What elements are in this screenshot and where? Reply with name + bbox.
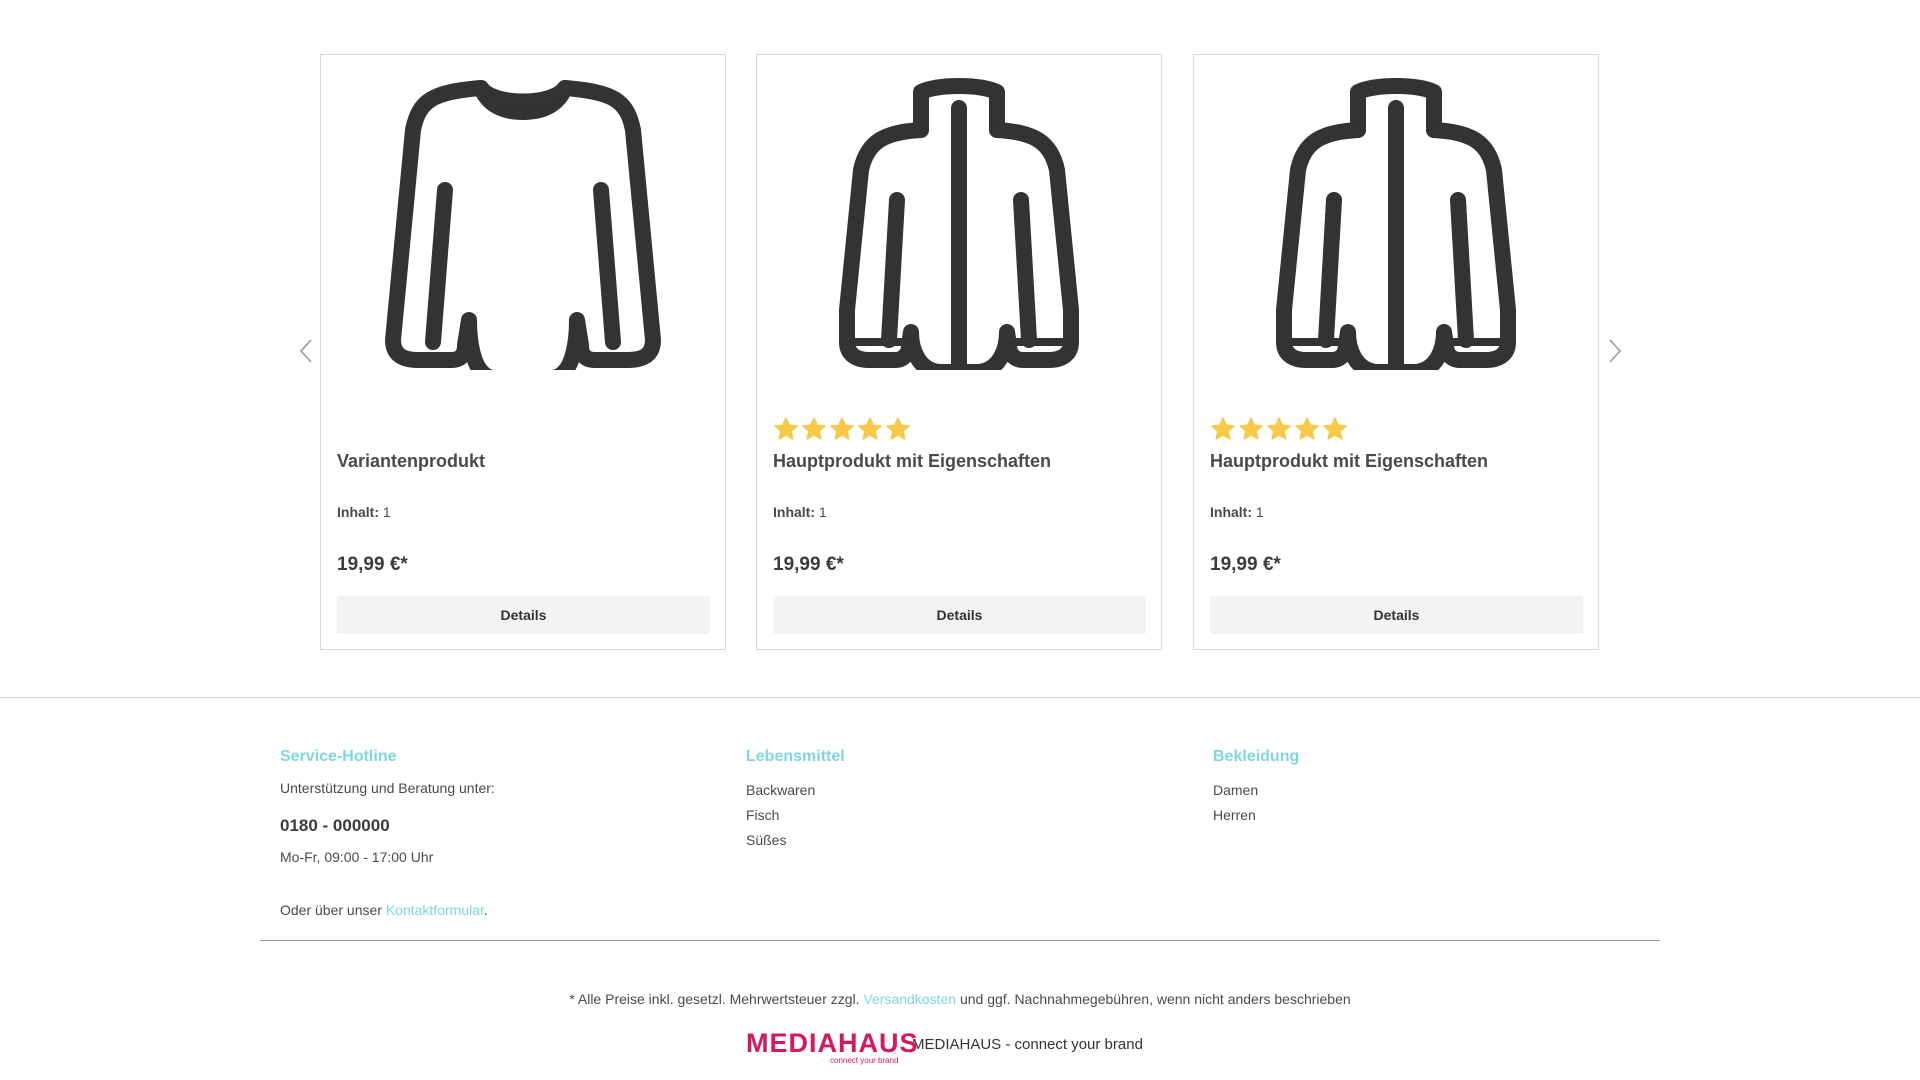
- product-card[interactable]: Hauptprodukt mit Eigenschaften Inhalt: 1…: [1193, 54, 1599, 650]
- product-image[interactable]: [757, 75, 1161, 370]
- star-icon: [1267, 417, 1291, 440]
- footer-column-clothing: Bekleidung Damen Herren: [1213, 748, 1299, 828]
- chevron-right-icon: [1609, 339, 1622, 363]
- footer-list-clothing: Damen Herren: [1213, 778, 1299, 828]
- footer-link-backwaren[interactable]: Backwaren: [746, 782, 815, 798]
- footer-list-food: Backwaren Fisch Süßes: [746, 778, 845, 853]
- footer-divider: [0, 697, 1920, 698]
- content-label: Inhalt:: [1210, 504, 1252, 520]
- vat-suffix: und ggf. Nachnahmegebühren, wenn nicht a…: [956, 991, 1351, 1007]
- shipping-costs-link[interactable]: Versandkosten: [863, 991, 956, 1007]
- brand-text: MEDIAHAUS - connect your brand: [912, 1036, 1143, 1053]
- chevron-left-icon: [299, 339, 312, 363]
- button-jacket-icon: [1276, 78, 1516, 370]
- brand-logo[interactable]: MEDIAHAUS connect your brand: [746, 1028, 918, 1066]
- footer-link-item[interactable]: Süßes: [746, 828, 845, 853]
- star-icon: [886, 417, 910, 440]
- content-value: 1: [818, 504, 827, 520]
- star-icon: [1239, 417, 1263, 440]
- product-name[interactable]: Hauptprodukt mit Eigenschaften: [773, 451, 1051, 472]
- footer-column-hotline: Service-Hotline Unterstützung und Beratu…: [280, 748, 495, 918]
- star-icon: [1295, 417, 1319, 440]
- product-content: Inhalt: 1: [1210, 504, 1264, 520]
- long-sleeve-shirt-icon: [385, 80, 661, 370]
- content-label: Inhalt:: [337, 504, 379, 520]
- star-icon: [830, 417, 854, 440]
- contact-form-link[interactable]: Kontaktformular: [386, 902, 484, 918]
- star-icon: [1211, 417, 1235, 440]
- hotline-contact: Oder über unser Kontaktformular.: [280, 902, 488, 918]
- details-button[interactable]: Details: [337, 596, 710, 634]
- footer-link-item[interactable]: Fisch: [746, 803, 845, 828]
- contact-suffix: .: [483, 902, 488, 918]
- button-jacket-icon: [839, 78, 1079, 370]
- hotline-number[interactable]: 0180 - 000000: [280, 816, 390, 836]
- star-icon: [774, 417, 798, 440]
- contact-prefix: Oder über unser: [280, 902, 386, 918]
- details-button[interactable]: Details: [773, 596, 1146, 634]
- product-price: 19,99 €*: [337, 554, 408, 575]
- slider-prev-button[interactable]: [294, 336, 318, 366]
- brand-logo-tagline: connect your brand: [830, 1056, 899, 1065]
- details-button[interactable]: Details: [1210, 596, 1583, 634]
- footer-heading-hotline: Service-Hotline: [280, 748, 397, 765]
- footer-divider-bottom: [260, 940, 1660, 941]
- footer-heading-clothing: Bekleidung: [1213, 748, 1300, 765]
- content-value: 1: [382, 504, 391, 520]
- product-name[interactable]: Variantenprodukt: [337, 451, 485, 472]
- vat-notice: * Alle Preise inkl. gesetzl. Mehrwertste…: [0, 991, 1920, 1007]
- product-price: 19,99 €*: [1210, 554, 1281, 575]
- product-content: Inhalt: 1: [337, 504, 391, 520]
- vat-prefix: * Alle Preise inkl. gesetzl. Mehrwertste…: [569, 991, 864, 1007]
- star-icon: [802, 417, 826, 440]
- product-image[interactable]: [321, 75, 725, 370]
- footer-link-item[interactable]: Herren: [1213, 803, 1299, 828]
- content-label: Inhalt:: [773, 504, 815, 520]
- slider-next-button[interactable]: [1603, 336, 1627, 366]
- footer-link-herren[interactable]: Herren: [1213, 807, 1256, 823]
- product-card[interactable]: Hauptprodukt mit Eigenschaften Inhalt: 1…: [756, 54, 1162, 650]
- hotline-intro: Unterstützung und Beratung unter:: [280, 780, 495, 796]
- product-content: Inhalt: 1: [773, 504, 827, 520]
- footer-link-item[interactable]: Backwaren: [746, 778, 845, 803]
- footer-link-damen[interactable]: Damen: [1213, 782, 1258, 798]
- product-price: 19,99 €*: [773, 554, 844, 575]
- brand-logo-word: MEDIAHAUS: [746, 1028, 919, 1058]
- product-name[interactable]: Hauptprodukt mit Eigenschaften: [1210, 451, 1488, 472]
- footer-link-item[interactable]: Damen: [1213, 778, 1299, 803]
- footer-column-food: Lebensmittel Backwaren Fisch Süßes: [746, 748, 845, 853]
- footer-brand: MEDIAHAUS connect your brand MEDIAHAUS -…: [746, 1028, 1143, 1066]
- footer-link-fisch[interactable]: Fisch: [746, 807, 779, 823]
- product-rating: [773, 416, 911, 442]
- product-rating: [1210, 416, 1348, 442]
- footer-heading-food: Lebensmittel: [746, 748, 845, 765]
- content-value: 1: [1255, 504, 1264, 520]
- star-icon: [1323, 417, 1347, 440]
- hotline-hours: Mo-Fr, 09:00 - 17:00 Uhr: [280, 849, 434, 865]
- star-icon: [858, 417, 882, 440]
- footer-link-suesses[interactable]: Süßes: [746, 832, 786, 848]
- product-image[interactable]: [1194, 75, 1598, 370]
- product-card[interactable]: Variantenprodukt Inhalt: 1 19,99 €* Deta…: [320, 54, 726, 650]
